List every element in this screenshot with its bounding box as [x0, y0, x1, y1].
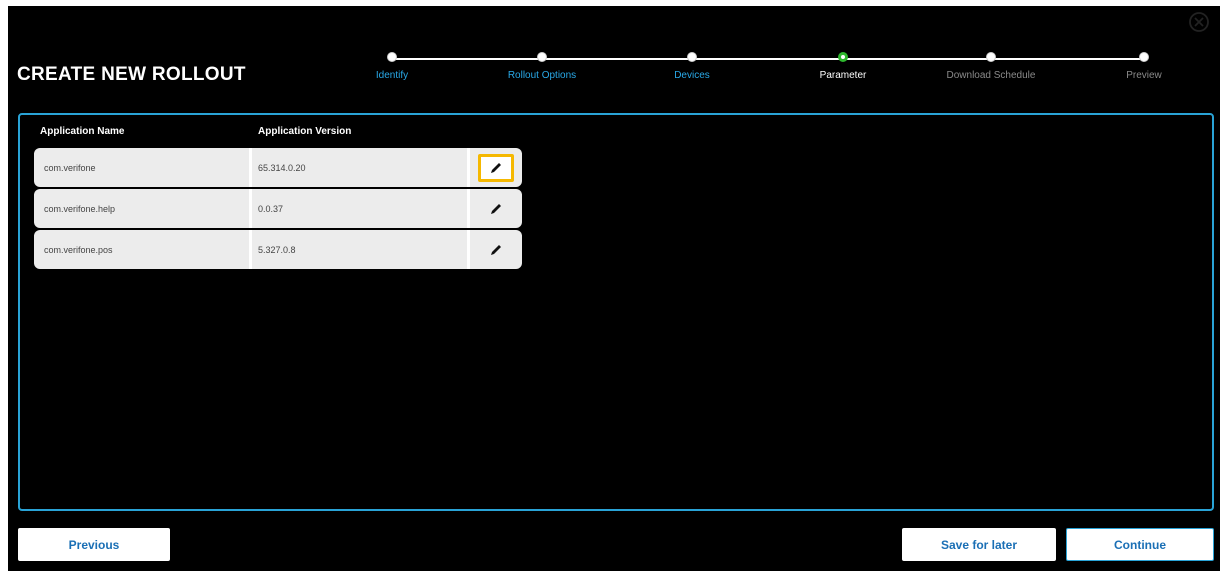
edit-button[interactable] [478, 236, 514, 264]
step-dot [986, 52, 996, 62]
pencil-icon[interactable] [489, 161, 503, 175]
application-version: 5.327.0.8 [252, 230, 470, 269]
step-label: Download Schedule [946, 70, 1036, 81]
step-dot [537, 52, 547, 62]
edit-button[interactable] [478, 195, 514, 223]
step-parameter[interactable]: Parameter [773, 52, 913, 81]
column-header-application-version: Application Version [258, 126, 352, 137]
dialog-title: CREATE NEW ROLLOUT [17, 64, 246, 85]
step-dot [387, 52, 397, 62]
step-label: Parameter [819, 70, 867, 81]
step-label: Preview [1126, 70, 1162, 81]
applications-list: com.verifone 65.314.0.20 com.verifone.he… [34, 148, 522, 271]
application-version: 0.0.37 [252, 189, 470, 228]
previous-button[interactable]: Previous [18, 528, 170, 561]
application-name: com.verifone.pos [34, 230, 252, 269]
table-row: com.verifone.pos 5.327.0.8 [34, 230, 522, 269]
close-button[interactable] [1185, 8, 1213, 36]
application-name: com.verifone.help [34, 189, 252, 228]
row-action-cell [470, 148, 522, 187]
application-version: 65.314.0.20 [252, 148, 470, 187]
row-action-cell [470, 230, 522, 269]
pencil-icon[interactable] [489, 202, 503, 216]
step-dot-active [838, 52, 848, 62]
edit-button[interactable] [478, 153, 514, 182]
step-preview[interactable]: Preview [1074, 52, 1214, 81]
step-label: Rollout Options [507, 70, 577, 81]
close-circle-icon[interactable] [1188, 11, 1210, 33]
step-label: Identify [375, 70, 409, 81]
continue-button[interactable]: Continue [1066, 528, 1214, 561]
row-action-cell [470, 189, 522, 228]
step-dot [1139, 52, 1149, 62]
step-dot [687, 52, 697, 62]
pencil-icon[interactable] [489, 243, 503, 257]
column-header-application-name: Application Name [40, 126, 125, 137]
save-for-later-button[interactable]: Save for later [902, 528, 1056, 561]
step-rollout-options[interactable]: Rollout Options [472, 52, 612, 81]
table-row: com.verifone.help 0.0.37 [34, 189, 522, 228]
step-devices[interactable]: Devices [622, 52, 762, 81]
application-name: com.verifone [34, 148, 252, 187]
applications-panel: Application Name Application Version com… [18, 113, 1214, 511]
progress-stepper: Identify Rollout Options Devices Paramet… [376, 52, 1162, 92]
step-label: Devices [674, 70, 710, 81]
step-download-schedule[interactable]: Download Schedule [921, 52, 1061, 81]
step-identify[interactable]: Identify [322, 52, 462, 81]
table-row: com.verifone 65.314.0.20 [34, 148, 522, 187]
